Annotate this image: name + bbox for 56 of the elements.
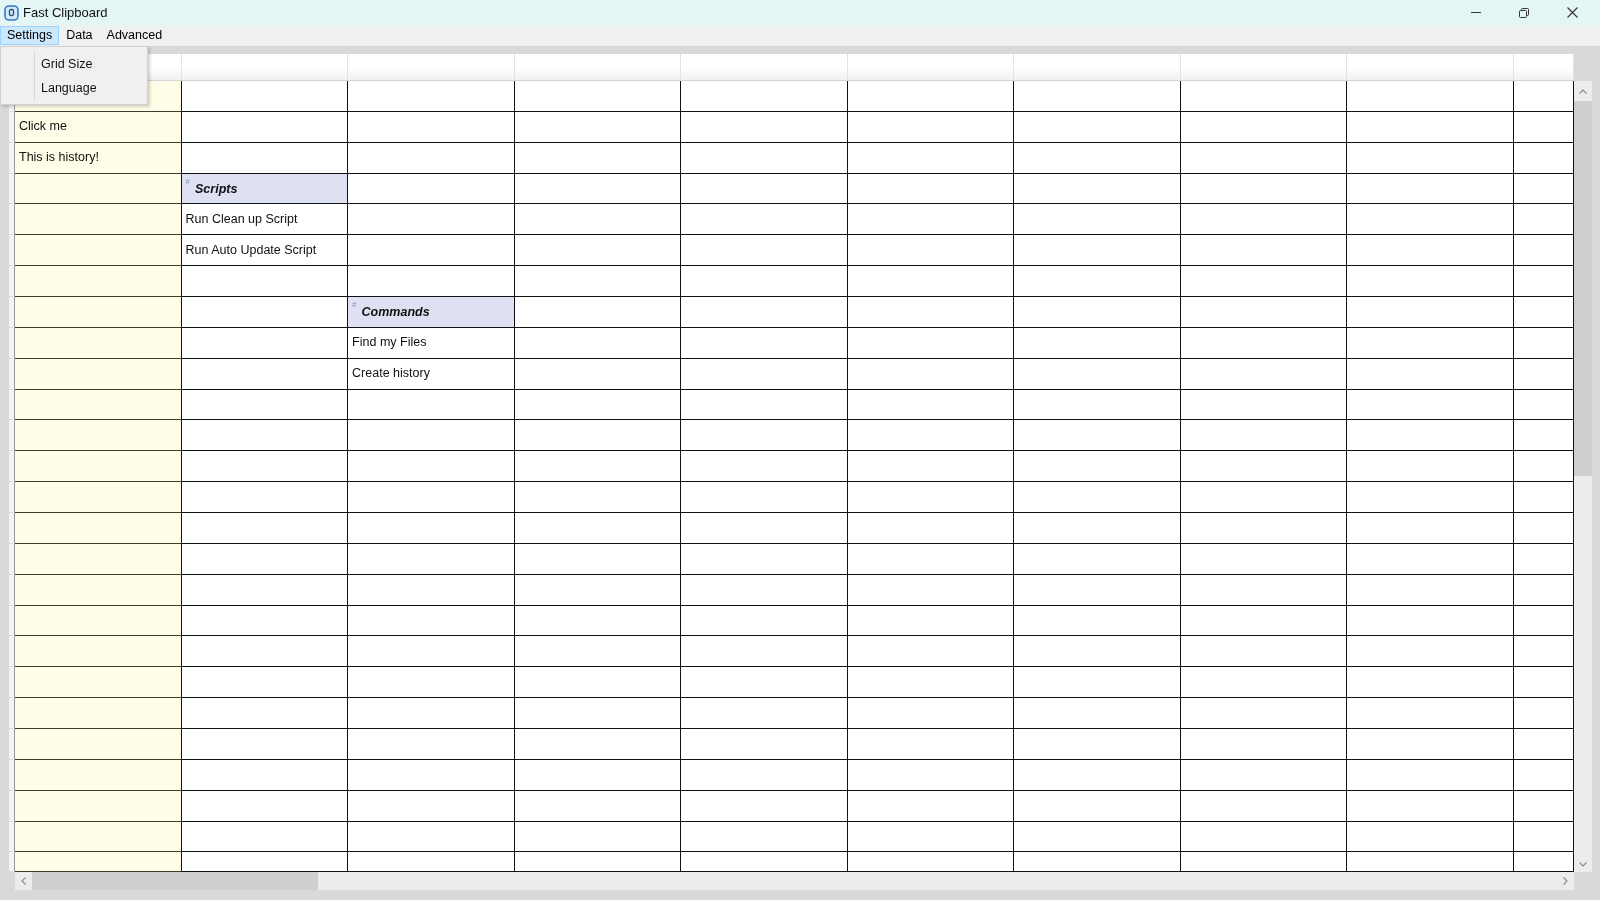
grid-cell bbox=[1513, 852, 1574, 872]
grid-cell bbox=[1513, 173, 1574, 205]
grid-cell bbox=[1513, 482, 1574, 514]
grid-cell bbox=[1513, 821, 1574, 853]
grid-cell bbox=[1513, 667, 1574, 699]
menu-option[interactable]: Grid Size bbox=[35, 52, 147, 76]
clip-cell[interactable]: Find my Files bbox=[348, 327, 515, 359]
grid-cell bbox=[1513, 297, 1574, 328]
grid-cell bbox=[1513, 389, 1574, 421]
menu-item[interactable]: Data bbox=[59, 26, 100, 45]
clip-cell[interactable]: Run Clean up Script bbox=[181, 204, 349, 236]
grid-cell bbox=[1513, 420, 1574, 452]
minimize-icon bbox=[1471, 12, 1481, 13]
chevron-down-icon bbox=[1579, 861, 1587, 867]
scroll-right-button[interactable] bbox=[1557, 872, 1574, 890]
group-title: Scripts bbox=[195, 181, 238, 197]
restore-icon bbox=[1519, 7, 1529, 18]
clip-cell[interactable]: This is history! bbox=[15, 142, 182, 174]
grid-cell bbox=[1513, 204, 1574, 236]
grid-cell bbox=[1513, 81, 1574, 112]
scroll-down-button[interactable] bbox=[1574, 856, 1592, 872]
close-icon bbox=[1566, 7, 1578, 18]
clip-cell[interactable]: Click me bbox=[15, 111, 182, 143]
chevron-right-icon bbox=[1563, 877, 1568, 885]
grid-cell bbox=[1513, 111, 1574, 143]
grid-cell bbox=[1513, 235, 1574, 267]
group-marker: # bbox=[352, 301, 357, 309]
grid-cell bbox=[1513, 266, 1574, 297]
group-title: Commands bbox=[361, 304, 430, 320]
chevron-left-icon bbox=[21, 877, 26, 885]
scrollbar-thumb[interactable] bbox=[32, 872, 318, 890]
clip-cell[interactable]: Create history bbox=[348, 358, 515, 390]
grid-cell bbox=[1513, 605, 1574, 637]
group-marker: # bbox=[185, 177, 190, 186]
grid-cell bbox=[1513, 790, 1574, 822]
grid-cell bbox=[1513, 327, 1574, 359]
scrollbar-thumb[interactable] bbox=[1574, 101, 1592, 476]
grid-cell bbox=[1513, 759, 1574, 791]
clip-cell[interactable]: Run Auto Update Script bbox=[181, 235, 349, 267]
grid-cell bbox=[1513, 358, 1574, 390]
scroll-left-button[interactable] bbox=[15, 872, 32, 890]
grid-cell bbox=[1513, 636, 1574, 668]
grid-cell bbox=[1513, 513, 1574, 544]
grid-cell bbox=[1513, 698, 1574, 730]
grid-cell bbox=[1513, 451, 1574, 483]
app-icon bbox=[4, 4, 19, 21]
grid-cell bbox=[1513, 543, 1574, 575]
menu-item[interactable]: Advanced bbox=[99, 26, 170, 45]
scroll-up-button[interactable] bbox=[1574, 81, 1592, 101]
menu-option[interactable]: Language bbox=[35, 76, 147, 100]
menu-item[interactable]: Settings bbox=[0, 26, 60, 45]
chevron-up-icon bbox=[1579, 88, 1587, 94]
grid-cell bbox=[1513, 729, 1574, 760]
window-title: Fast Clipboard bbox=[23, 4, 108, 21]
grid-cell bbox=[1513, 142, 1574, 174]
grid-cell bbox=[1513, 574, 1574, 606]
